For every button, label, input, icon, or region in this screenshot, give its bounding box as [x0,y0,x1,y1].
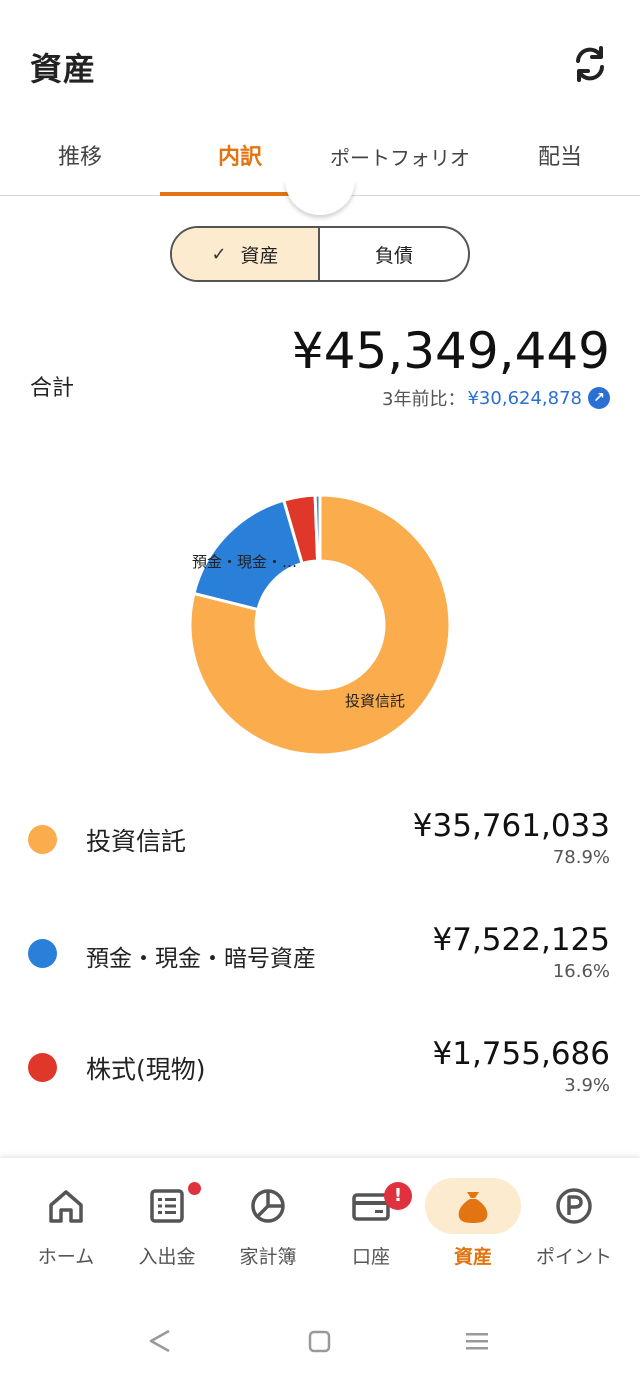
legend-amount: ¥7,522,125 [432,922,611,958]
segment-liabilities[interactable]: 負債 [320,228,468,280]
legend-percent: 3.9% [564,1075,610,1096]
pull-to-refresh-handle [285,180,355,215]
notification-dot [188,1182,201,1195]
back-icon[interactable] [130,1273,190,1381]
legend-name: 預金・現金・暗号資産 [86,946,316,972]
tab-portfolio[interactable]: ポートフォリオ [320,138,480,178]
system-navigation-bar [0,1273,640,1381]
legend-color-dot [28,1053,57,1082]
bottom-navigation: ホーム 入出金 家計簿 ! 口座 資産 ポイント [0,1158,640,1273]
check-icon: ✓ [211,243,227,265]
legend-row-stocks[interactable]: 株式(現物) ¥1,755,686 3.9% [0,1034,640,1114]
nav-transactions[interactable]: 入出金 [117,1158,217,1273]
alert-badge: ! [384,1182,412,1210]
tab-dividend[interactable]: 配当 [480,138,640,178]
legend-percent: 16.6% [552,961,610,982]
total-amount: ¥45,349,449 [291,322,610,380]
comparison-label: 3年前比： [382,389,466,410]
top-app-bar: 資産 [0,0,640,110]
nav-household-budget[interactable]: 家計簿 [218,1158,318,1273]
ledger-icon [150,1189,184,1223]
legend-row-deposits-cash-crypto[interactable]: 預金・現金・暗号資産 ¥7,522,125 16.6% [0,920,640,1000]
tab-breakdown[interactable]: 内訳 [160,138,320,178]
total-label: 合計 [30,376,75,401]
asset-donut-chart[interactable]: 投資信託 預金・現金・… [180,485,460,765]
segment-assets[interactable]: ✓ 資産 [172,228,321,280]
segment-liabilities-label: 負債 [375,244,414,267]
tab-trend[interactable]: 推移 [0,138,160,178]
nav-label: ホーム [37,1246,95,1268]
recents-icon[interactable] [447,1273,507,1381]
legend-name: 投資信託 [86,827,187,856]
nav-label: 家計簿 [239,1246,297,1268]
points-icon [556,1188,592,1224]
home-button-icon[interactable] [290,1273,350,1381]
nav-home[interactable]: ホーム [16,1158,116,1273]
nav-label: 口座 [351,1246,390,1268]
arrow-up-right-icon: ↗ [588,387,610,409]
donut-slice-label: 預金・現金・… [192,553,297,571]
nav-label: 資産 [453,1246,492,1268]
legend-amount: ¥35,761,033 [412,808,610,844]
comparison-row[interactable]: 3年前比： ¥30,624,878 ↗ [382,385,610,411]
legend-percent: 78.9% [552,847,610,868]
money-bag-icon [458,1192,488,1223]
nav-accounts[interactable]: ! 口座 [321,1158,421,1273]
nav-label: ポイント [535,1246,612,1268]
donut-slice[interactable] [313,493,322,563]
nav-label: 入出金 [138,1246,196,1268]
asset-liability-toggle: ✓ 資産 負債 [170,226,470,282]
donut-slice-label: 投資信託 [345,692,405,710]
refresh-icon[interactable] [570,44,610,84]
segment-assets-label: 資産 [240,244,279,267]
comparison-value: ¥30,624,878 [467,387,582,409]
legend-color-dot [28,825,57,854]
page-title: 資産 [30,50,97,88]
legend-color-dot [28,939,57,968]
pie-chart-icon [251,1189,285,1223]
legend-amount: ¥1,755,686 [432,1036,611,1072]
legend-name: 株式(現物) [86,1055,206,1084]
nav-points[interactable]: ポイント [524,1158,624,1273]
legend-row-investment-trust[interactable]: 投資信託 ¥35,761,033 78.9% [0,805,640,885]
nav-assets[interactable]: 資産 [423,1158,523,1273]
home-icon [49,1190,83,1223]
